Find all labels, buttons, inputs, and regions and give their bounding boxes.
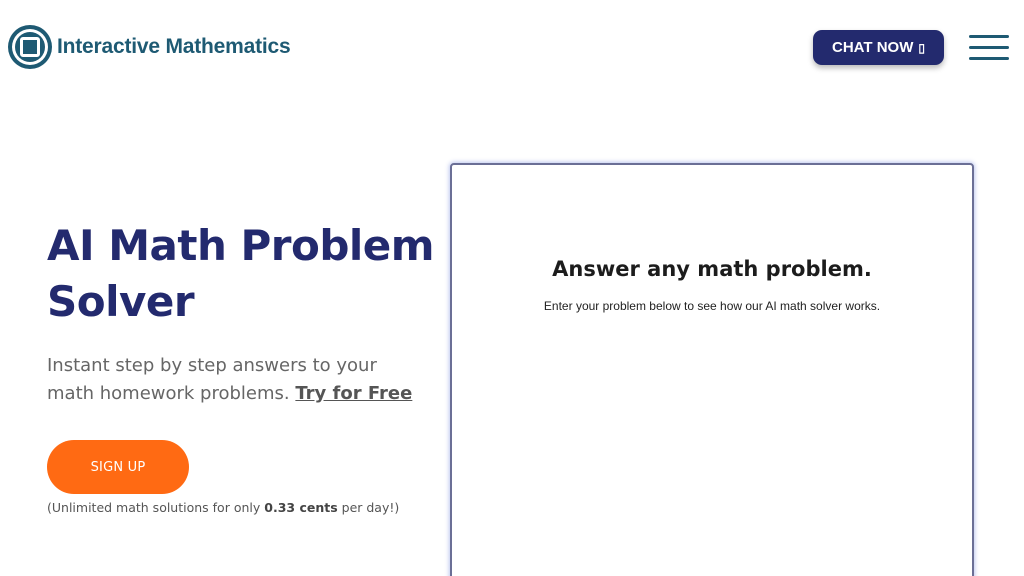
site-header: Interactive Mathematics CHAT NOW ▯ [0, 0, 1024, 95]
page-title: AI Math Problem Solver [47, 221, 435, 326]
chat-now-label: CHAT NOW [832, 39, 914, 56]
pricing-note-amount: 0.33 cents [264, 500, 338, 515]
pricing-note-suffix: per day!) [337, 500, 400, 515]
sign-up-button[interactable]: SIGN UP [47, 440, 189, 494]
site-logo[interactable]: Interactive Mathematics [8, 25, 291, 69]
menu-icon[interactable] [969, 35, 1009, 61]
hero-subtitle: Instant step by step answers to your mat… [47, 352, 427, 408]
chat-glyph-icon: ▯ [918, 40, 925, 55]
logo-icon [8, 25, 52, 69]
pricing-note: (Unlimited math solutions for only 0.33 … [47, 500, 399, 515]
solver-title: Answer any math problem. [552, 257, 872, 281]
math-solver-widget[interactable]: Answer any math problem. Enter your prob… [450, 163, 974, 576]
chat-now-button[interactable]: CHAT NOW ▯ [813, 30, 944, 65]
try-for-free-link[interactable]: Try for Free [295, 383, 412, 404]
brand-name: Interactive Mathematics [57, 35, 291, 58]
pricing-note-prefix: (Unlimited math solutions for only [47, 500, 265, 515]
solver-description: Enter your problem below to see how our … [543, 299, 881, 313]
